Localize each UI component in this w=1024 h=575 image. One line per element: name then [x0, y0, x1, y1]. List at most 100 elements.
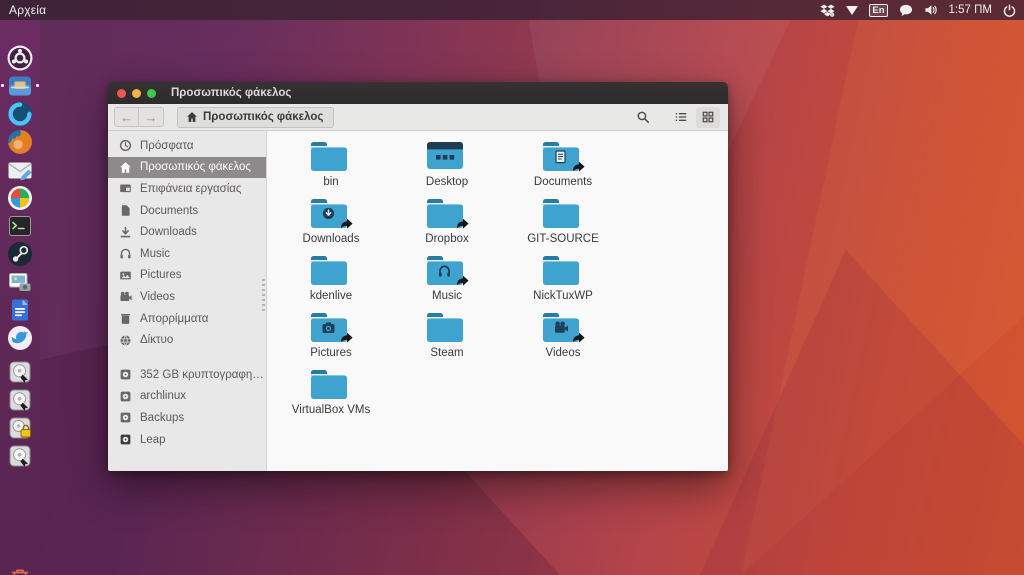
launcher-item-files[interactable]: [6, 72, 34, 100]
file-label: NickTuxWP: [533, 290, 593, 302]
launcher-item-trash[interactable]: [6, 564, 34, 575]
sidebar-item-downloads[interactable]: Downloads: [108, 221, 266, 243]
sidebar-item-label: Πρόσφατα: [140, 140, 193, 152]
file-item-kdenlive[interactable]: kdenlive: [273, 253, 389, 310]
folder-icon: [306, 310, 356, 346]
folder-icon: [306, 253, 356, 289]
disk-icon: [119, 411, 132, 424]
sidebar-item--[interactable]: Προσωπικός φάκελος: [108, 157, 266, 179]
file-item-pictures[interactable]: Pictures: [273, 310, 389, 367]
files-icon: [6, 72, 34, 100]
wallpaper-facet: [700, 250, 1024, 575]
unity-launcher: [0, 20, 40, 575]
sidebar-item-label: 352 GB κρυπτογραφη…: [140, 369, 264, 381]
launcher-item-drive-2[interactable]: [6, 386, 34, 414]
launcher-item-drive-1[interactable]: [6, 358, 34, 386]
focused-indicator: [36, 84, 39, 87]
file-item-nicktuxwp[interactable]: NickTuxWP: [505, 253, 621, 310]
launcher-item-web-browser[interactable]: [6, 100, 34, 128]
file-item-dropbox[interactable]: Dropbox: [389, 196, 505, 253]
file-label: Dropbox: [425, 233, 468, 245]
back-button[interactable]: ←: [114, 107, 139, 127]
file-icon-wrap: [538, 253, 588, 289]
minimize-button[interactable]: [132, 89, 141, 98]
close-button[interactable]: [117, 89, 126, 98]
sidebar-item--[interactable]: Πρόσφατα: [108, 135, 266, 157]
headphones-icon: [119, 247, 132, 260]
launcher-item-ubuntu-dash[interactable]: [6, 44, 34, 72]
file-item-steam[interactable]: Steam: [389, 310, 505, 367]
file-label: kdenlive: [310, 290, 352, 302]
sidebar-item-pictures[interactable]: Pictures: [108, 265, 266, 287]
corebird-icon: [6, 324, 34, 352]
sidebar-item--[interactable]: Δίκτυο: [108, 329, 266, 351]
file-item-bin[interactable]: bin: [273, 139, 389, 196]
messaging-icon[interactable]: [899, 4, 913, 17]
app-menu-title[interactable]: Αρχεία: [9, 3, 46, 17]
sidebar-item-leap[interactable]: Leap: [108, 429, 266, 451]
sidebar-item-label: archlinux: [140, 390, 186, 402]
file-item-git-source[interactable]: GIT-SOURCE: [505, 196, 621, 253]
launcher-item-drive-encrypted[interactable]: [6, 414, 34, 442]
disk-icon: [119, 390, 132, 403]
window-titlebar[interactable]: Προσωπικός φάκελος: [108, 82, 728, 104]
launcher-item-office-document[interactable]: [6, 296, 34, 324]
launcher-item-drive-3[interactable]: [6, 442, 34, 470]
folder-icon: [306, 196, 356, 232]
video-icon: [119, 290, 132, 303]
ubuntu-dash-icon: [6, 44, 34, 72]
dropbox-icon[interactable]: [820, 4, 835, 17]
screenshot-tool-icon: [6, 268, 34, 296]
windows-apps-icon: [6, 184, 34, 212]
sidebar-item--[interactable]: Επιφάνεια εργασίας: [108, 178, 266, 200]
launcher-item-windows-apps[interactable]: [6, 184, 34, 212]
list-view-icon: [674, 110, 688, 124]
file-label: VirtualBox VMs: [292, 404, 370, 416]
file-item-music[interactable]: Music: [389, 253, 505, 310]
sidebar-item-videos[interactable]: Videos: [108, 286, 266, 308]
file-item-virtualbox-vms[interactable]: VirtualBox VMs: [273, 367, 389, 424]
file-browser-content[interactable]: binDesktopDocuments Downloads Dropbox GIT-S…: [267, 131, 728, 471]
sidebar-item--[interactable]: Απορρίμματα: [108, 308, 266, 330]
file-icon-wrap: [538, 310, 588, 346]
grid-view-button[interactable]: [696, 107, 720, 128]
power-icon[interactable]: [1003, 4, 1016, 17]
sidebar-resize-handle[interactable]: [262, 279, 265, 313]
file-icon-wrap: [538, 196, 588, 232]
search-button[interactable]: [631, 107, 655, 128]
folder-icon: [538, 139, 588, 175]
maximize-button[interactable]: [147, 89, 156, 98]
home-icon: [186, 111, 198, 123]
network-icon[interactable]: [846, 6, 858, 15]
forward-button[interactable]: →: [139, 107, 164, 127]
sidebar-item-backups[interactable]: Backups: [108, 407, 266, 429]
launcher-item-firefox[interactable]: [6, 128, 34, 156]
sidebar-item-documents[interactable]: Documents: [108, 200, 266, 222]
desktop-icon: [119, 182, 132, 195]
nav-buttons: ← →: [114, 107, 164, 127]
folder-icon: [422, 196, 472, 232]
launcher-item-corebird[interactable]: [6, 324, 34, 352]
file-icon-wrap: [422, 310, 472, 346]
launcher-item-screenshot-tool[interactable]: [6, 268, 34, 296]
sidebar-item-archlinux[interactable]: archlinux: [108, 386, 266, 408]
launcher-item-mail[interactable]: [6, 156, 34, 184]
file-item-downloads[interactable]: Downloads: [273, 196, 389, 253]
breadcrumb[interactable]: Προσωπικός φάκελος: [177, 107, 334, 128]
sidebar-item-label: Pictures: [140, 269, 182, 281]
file-item-documents[interactable]: Documents: [505, 139, 621, 196]
sidebar-item-352-gb-[interactable]: 352 GB κρυπτογραφη…: [108, 364, 266, 386]
file-item-desktop[interactable]: Desktop: [389, 139, 505, 196]
list-view-button[interactable]: [669, 107, 693, 128]
clock[interactable]: 1:57 ΠΜ: [949, 4, 992, 16]
launcher-item-steam[interactable]: [6, 240, 34, 268]
trash-icon: [119, 312, 132, 325]
places-sidebar: Πρόσφατα Προσωπικός φάκελοςΕπιφάνεια εργα…: [108, 131, 267, 471]
steam-icon: [6, 240, 34, 268]
volume-icon[interactable]: [924, 4, 938, 16]
sidebar-item-music[interactable]: Music: [108, 243, 266, 265]
keyboard-layout-badge[interactable]: En: [869, 4, 887, 17]
file-item-videos[interactable]: Videos: [505, 310, 621, 367]
launcher-item-terminal[interactable]: [6, 212, 34, 240]
file-icon-wrap: [538, 139, 588, 175]
